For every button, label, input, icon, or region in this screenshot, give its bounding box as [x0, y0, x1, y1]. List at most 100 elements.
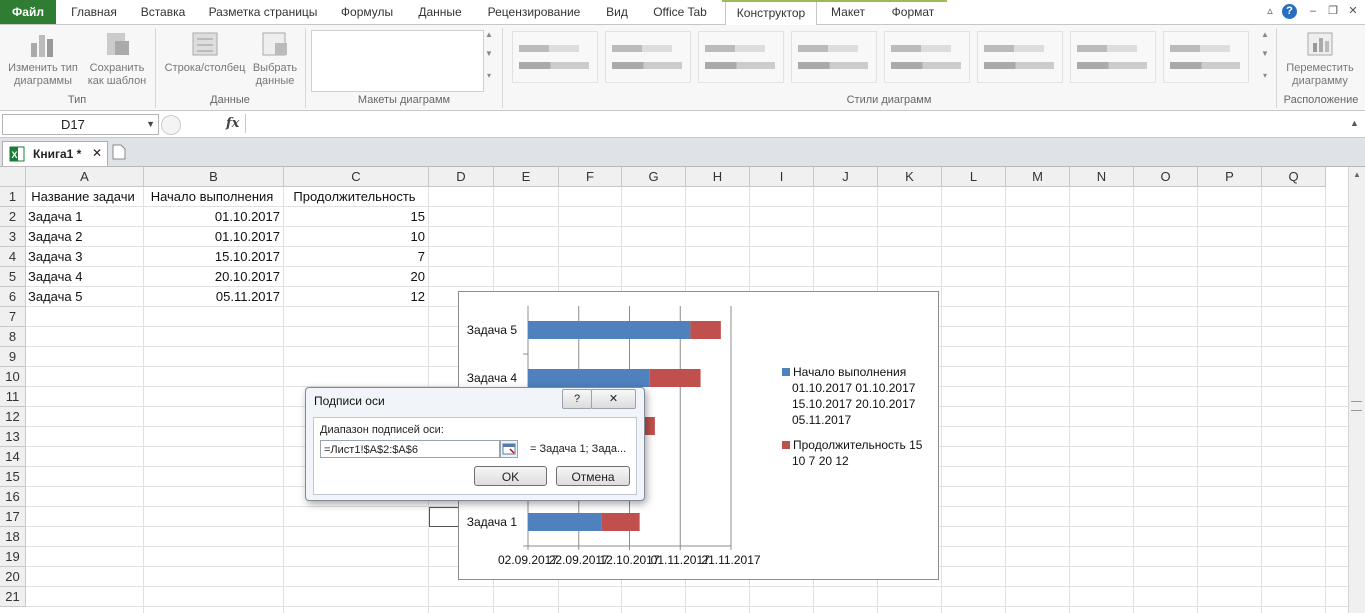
- row-header-7[interactable]: 7: [0, 307, 26, 327]
- column-header-K[interactable]: K: [878, 167, 942, 187]
- ok-button[interactable]: OK: [474, 466, 547, 486]
- cell-task-name[interactable]: Задача 4: [26, 267, 142, 287]
- tab-home[interactable]: Главная: [62, 0, 126, 24]
- chart-style-item[interactable]: [698, 31, 784, 83]
- row-header-17[interactable]: 17: [0, 507, 26, 527]
- row-header-21[interactable]: 21: [0, 587, 26, 607]
- formula-input[interactable]: [245, 114, 1346, 133]
- column-header-N[interactable]: N: [1070, 167, 1134, 187]
- cell-start-date[interactable]: 01.10.2017: [144, 207, 280, 227]
- row-header-8[interactable]: 8: [0, 327, 26, 347]
- row-header-13[interactable]: 13: [0, 427, 26, 447]
- formula-bar-resize-handle[interactable]: [161, 115, 181, 135]
- row-header-3[interactable]: 3: [0, 227, 26, 247]
- chart-style-item[interactable]: [605, 31, 691, 83]
- row-header-14[interactable]: 14: [0, 447, 26, 467]
- cell-start-date[interactable]: 05.11.2017: [144, 287, 280, 307]
- window-close-icon[interactable]: ✕: [1346, 4, 1360, 18]
- header-cell-duration[interactable]: Продолжительность: [284, 187, 425, 207]
- styles-more-icon[interactable]: ▾: [1259, 71, 1271, 80]
- tab-office-tab[interactable]: Office Tab: [644, 0, 716, 24]
- row-header-6[interactable]: 6: [0, 287, 26, 307]
- collapse-dialog-button[interactable]: [500, 440, 518, 458]
- scrollbar-splitter[interactable]: [1351, 401, 1362, 411]
- cell-start-date[interactable]: 20.10.2017: [144, 267, 280, 287]
- row-header-12[interactable]: 12: [0, 407, 26, 427]
- name-box[interactable]: D17 ▼: [2, 114, 159, 135]
- chart-layouts-gallery[interactable]: [311, 30, 484, 92]
- scroll-up-icon[interactable]: ▲: [1353, 170, 1361, 179]
- column-header-D[interactable]: D: [429, 167, 494, 187]
- workbook-tab-close-icon[interactable]: ✕: [92, 146, 102, 160]
- tab-data[interactable]: Данные: [408, 0, 472, 24]
- tab-format[interactable]: Формат: [880, 0, 946, 24]
- row-header-1[interactable]: 1: [0, 187, 26, 207]
- window-restore-icon[interactable]: ❐: [1326, 4, 1340, 18]
- column-header-I[interactable]: I: [750, 167, 814, 187]
- column-header-J[interactable]: J: [814, 167, 878, 187]
- chart-style-item[interactable]: [1070, 31, 1156, 83]
- cell-start-date[interactable]: 01.10.2017: [144, 227, 280, 247]
- styles-scroll-down-icon[interactable]: ▼: [1259, 49, 1271, 58]
- insert-function-button[interactable]: fx: [226, 116, 239, 131]
- name-box-dropdown-icon[interactable]: ▼: [146, 115, 155, 134]
- column-header-L[interactable]: L: [942, 167, 1006, 187]
- tab-layout[interactable]: Макет: [820, 0, 876, 24]
- column-header-F[interactable]: F: [559, 167, 622, 187]
- select-data-button[interactable]: Выбрать данные: [248, 25, 302, 88]
- cell-task-name[interactable]: Задача 3: [26, 247, 142, 267]
- column-header-A[interactable]: A: [26, 167, 144, 187]
- cell-duration[interactable]: 7: [284, 247, 425, 267]
- cell-duration[interactable]: 12: [284, 287, 425, 307]
- row-header-9[interactable]: 9: [0, 347, 26, 367]
- formula-bar-expand-icon[interactable]: ▲: [1350, 118, 1359, 128]
- switch-row-column-button[interactable]: Строка/столбец: [160, 25, 250, 75]
- tab-formulas[interactable]: Формулы: [332, 0, 402, 24]
- cell-start-date[interactable]: 15.10.2017: [144, 247, 280, 267]
- row-header-10[interactable]: 10: [0, 367, 26, 387]
- tab-insert[interactable]: Вставка: [132, 0, 194, 24]
- row-header-5[interactable]: 5: [0, 267, 26, 287]
- cancel-button[interactable]: Отмена: [556, 466, 630, 486]
- row-header-16[interactable]: 16: [0, 487, 26, 507]
- ribbon-minimize-icon[interactable]: ▵: [1263, 4, 1277, 18]
- workbook-tab[interactable]: X Книга1 * ✕: [2, 141, 108, 166]
- column-header-P[interactable]: P: [1198, 167, 1262, 187]
- window-minimize-icon[interactable]: –: [1306, 4, 1320, 18]
- vertical-scrollbar[interactable]: ▲: [1348, 167, 1365, 613]
- column-header-E[interactable]: E: [494, 167, 559, 187]
- chart-style-item[interactable]: [791, 31, 877, 83]
- tab-design[interactable]: Конструктор: [725, 0, 817, 26]
- chart-style-item[interactable]: [512, 31, 598, 83]
- row-header-20[interactable]: 20: [0, 567, 26, 587]
- select-all-corner[interactable]: [0, 167, 26, 187]
- header-cell-task-name[interactable]: Название задачи: [26, 187, 140, 207]
- row-header-18[interactable]: 18: [0, 527, 26, 547]
- dialog-close-button[interactable]: ✕: [591, 389, 636, 409]
- column-header-G[interactable]: G: [622, 167, 686, 187]
- new-document-icon[interactable]: [112, 144, 126, 160]
- column-header-B[interactable]: B: [144, 167, 284, 187]
- column-header-C[interactable]: C: [284, 167, 429, 187]
- tab-page-layout[interactable]: Разметка страницы: [200, 0, 326, 24]
- cell-duration[interactable]: 20: [284, 267, 425, 287]
- axis-range-input[interactable]: =Лист1!$A$2:$A$6: [320, 440, 500, 458]
- header-cell-start[interactable]: Начало выполнения: [144, 187, 280, 207]
- row-header-2[interactable]: 2: [0, 207, 26, 227]
- gallery-scroll-up-icon[interactable]: ▲: [483, 30, 495, 39]
- cell-task-name[interactable]: Задача 2: [26, 227, 142, 247]
- row-header-15[interactable]: 15: [0, 467, 26, 487]
- cell-duration[interactable]: 10: [284, 227, 425, 247]
- move-chart-button[interactable]: Переместить диаграмму: [1280, 25, 1360, 88]
- row-header-4[interactable]: 4: [0, 247, 26, 267]
- column-header-Q[interactable]: Q: [1262, 167, 1326, 187]
- cell-duration[interactable]: 15: [284, 207, 425, 227]
- gallery-more-icon[interactable]: ▾: [483, 71, 495, 80]
- styles-scroll-up-icon[interactable]: ▲: [1259, 30, 1271, 39]
- chart-style-item[interactable]: [884, 31, 970, 83]
- chart-style-item[interactable]: [1163, 31, 1249, 83]
- column-header-O[interactable]: O: [1134, 167, 1198, 187]
- tab-file[interactable]: Файл: [0, 0, 56, 24]
- chart-style-item[interactable]: [977, 31, 1063, 83]
- column-header-H[interactable]: H: [686, 167, 750, 187]
